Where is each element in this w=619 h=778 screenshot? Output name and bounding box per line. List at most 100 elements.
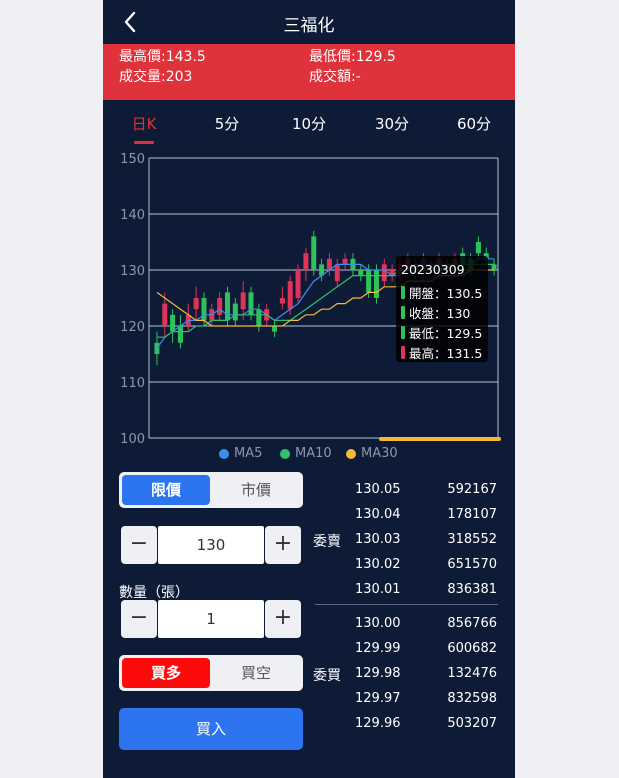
quantity-input[interactable]: 1 bbox=[158, 600, 264, 638]
candle-body bbox=[287, 281, 293, 310]
bid-label: 委買 bbox=[313, 668, 341, 684]
bid-volume: 832598 bbox=[447, 691, 497, 706]
candle[interactable] bbox=[232, 298, 238, 326]
tab-60min[interactable]: 60分 bbox=[444, 113, 504, 134]
bid-volume: 503207 bbox=[447, 716, 497, 731]
ask-price[interactable]: 130.04 bbox=[355, 507, 401, 522]
candle-body bbox=[381, 264, 387, 282]
ask-volume: 651570 bbox=[447, 557, 497, 572]
high-marker-icon bbox=[401, 346, 405, 359]
stat-high: 最高價:143.5 bbox=[119, 49, 206, 65]
candle[interactable] bbox=[311, 230, 317, 276]
y-tick-label: 120 bbox=[120, 320, 145, 335]
buy-long-button[interactable]: 買多 bbox=[122, 658, 210, 688]
bid-price[interactable]: 129.99 bbox=[355, 641, 401, 656]
top-bar: 三福化 bbox=[103, 0, 515, 44]
market-order-button[interactable]: 市價 bbox=[212, 475, 300, 505]
bid-price[interactable]: 129.98 bbox=[355, 666, 401, 681]
candle-body bbox=[162, 303, 168, 326]
ma10-dot-icon bbox=[280, 448, 290, 459]
y-tick-label: 140 bbox=[120, 208, 145, 223]
tooltip-date: 20230309 bbox=[401, 262, 465, 277]
price-decrease-button[interactable]: − bbox=[121, 526, 157, 564]
price-increase-button[interactable]: + bbox=[265, 526, 301, 564]
candle[interactable] bbox=[295, 264, 301, 304]
candle-body bbox=[279, 298, 285, 304]
tab-5min[interactable]: 5分 bbox=[197, 113, 257, 134]
candle[interactable] bbox=[389, 264, 395, 282]
quantity-increase-button[interactable]: + bbox=[265, 600, 301, 638]
buy-short-button[interactable]: 買空 bbox=[212, 658, 300, 688]
stat-low: 最低價:129.5 bbox=[309, 49, 396, 65]
chart-scroll-handle[interactable] bbox=[379, 437, 501, 441]
quantity-label: 數量（張） bbox=[119, 585, 189, 601]
ask-price[interactable]: 130.05 bbox=[355, 482, 401, 497]
price-stepper: − 130 + bbox=[121, 526, 301, 564]
limit-order-button[interactable]: 限價 bbox=[122, 475, 210, 505]
candle[interactable] bbox=[256, 303, 262, 332]
ask-price[interactable]: 130.01 bbox=[355, 582, 401, 597]
candle-body bbox=[358, 270, 364, 276]
quantity-decrease-button[interactable]: − bbox=[121, 600, 157, 638]
candle-body bbox=[334, 264, 340, 282]
direction-switch: 買多 買空 bbox=[119, 655, 303, 691]
stat-turnover: 成交額:- bbox=[309, 69, 361, 85]
candle[interactable] bbox=[303, 247, 309, 282]
buy-submit-button[interactable]: 買入 bbox=[119, 708, 303, 750]
bid-volume: 856766 bbox=[447, 616, 497, 631]
tooltip-close-row: 收盤：130 bbox=[401, 303, 470, 322]
ask-volume: 592167 bbox=[447, 482, 497, 497]
candle-body bbox=[303, 253, 309, 270]
bid-price[interactable]: 130.00 bbox=[355, 616, 401, 631]
bid-volume: 132476 bbox=[447, 666, 497, 681]
candle[interactable] bbox=[217, 292, 223, 321]
y-tick-label: 150 bbox=[120, 152, 145, 167]
candle[interactable] bbox=[491, 258, 497, 276]
candle[interactable] bbox=[334, 258, 340, 287]
ask-price[interactable]: 130.02 bbox=[355, 557, 401, 572]
candle-body bbox=[491, 264, 497, 270]
candle[interactable] bbox=[193, 286, 199, 321]
ask-label: 委賣 bbox=[313, 534, 341, 550]
legend-ma5[interactable]: MA5 bbox=[219, 446, 262, 461]
legend-ma5-label: MA5 bbox=[234, 446, 263, 461]
period-tabs: 日K 5分 10分 30分 60分 bbox=[103, 108, 515, 144]
tooltip-low-row: 最低：129.5 bbox=[401, 323, 482, 342]
candle[interactable] bbox=[319, 258, 325, 282]
candle[interactable] bbox=[326, 253, 332, 276]
price-input[interactable]: 130 bbox=[158, 526, 264, 564]
tab-10min[interactable]: 10分 bbox=[279, 113, 339, 134]
tab-30min[interactable]: 30分 bbox=[362, 113, 422, 134]
page-title: 三福化 bbox=[283, 16, 335, 36]
tab-daily[interactable]: 日K bbox=[114, 113, 174, 144]
legend-ma30[interactable]: MA30 bbox=[346, 446, 398, 461]
candle[interactable] bbox=[358, 264, 364, 282]
candle[interactable] bbox=[342, 253, 348, 270]
y-tick-label: 110 bbox=[120, 376, 145, 391]
tooltip-high-row: 最高：131.5 bbox=[401, 343, 482, 362]
stat-volume: 成交量:203 bbox=[119, 69, 193, 85]
orderbook-divider bbox=[315, 604, 498, 605]
candle[interactable] bbox=[185, 303, 191, 332]
candle-body bbox=[193, 298, 199, 310]
app-screen: 三福化 最高價:143.5 最低價:129.5 成交量:203 成交額:- 日K… bbox=[103, 0, 515, 778]
bid-price[interactable]: 129.96 bbox=[355, 716, 401, 731]
candle-body bbox=[217, 298, 223, 315]
candle-body bbox=[248, 292, 254, 315]
low-marker-icon bbox=[401, 326, 405, 339]
candle-body bbox=[232, 303, 238, 321]
quantity-stepper: − 1 + bbox=[121, 600, 301, 638]
order-type-switch: 限價 市價 bbox=[119, 472, 303, 508]
candle[interactable] bbox=[381, 258, 387, 287]
bid-price[interactable]: 129.97 bbox=[355, 691, 401, 706]
candle[interactable] bbox=[272, 320, 278, 338]
tooltip-close: 收盤：130 bbox=[409, 306, 471, 321]
candle-body bbox=[311, 236, 317, 270]
y-tick-label: 130 bbox=[120, 264, 145, 279]
candle[interactable] bbox=[170, 309, 176, 343]
candle[interactable] bbox=[279, 286, 285, 310]
ask-price[interactable]: 130.03 bbox=[355, 532, 401, 547]
ask-volume: 178107 bbox=[447, 507, 497, 522]
legend-ma10[interactable]: MA10 bbox=[280, 446, 332, 461]
candle-body bbox=[373, 270, 379, 298]
